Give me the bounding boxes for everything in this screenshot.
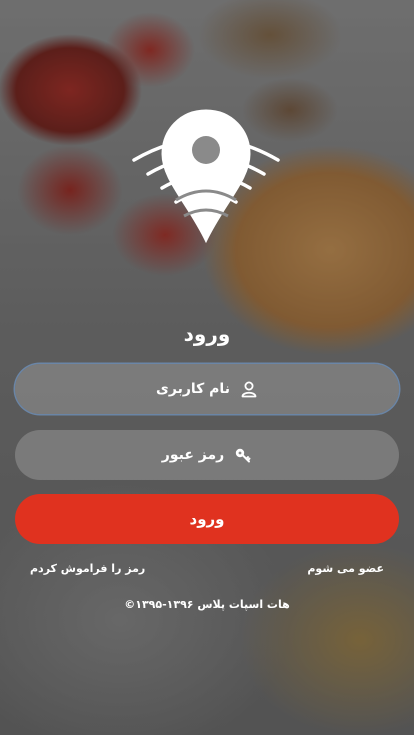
key-icon <box>234 446 252 464</box>
signup-link[interactable]: عضو می شوم <box>307 562 384 575</box>
location-pin-wifi-icon <box>128 108 284 248</box>
copyright-text: ©۱۳۹۵-۱۳۹۶ هات اسپات پلاس <box>124 598 290 611</box>
username-placeholder: نام کاربری <box>156 381 230 397</box>
page-title: ورود <box>183 322 231 346</box>
password-placeholder: رمز عبور <box>161 447 225 463</box>
password-field[interactable]: رمز عبور <box>15 430 399 480</box>
forgot-password-link[interactable]: رمز را فراموش کردم <box>30 562 145 575</box>
username-field[interactable]: نام کاربری <box>15 364 399 414</box>
user-icon <box>240 380 258 398</box>
login-button[interactable]: ورود <box>15 494 399 544</box>
